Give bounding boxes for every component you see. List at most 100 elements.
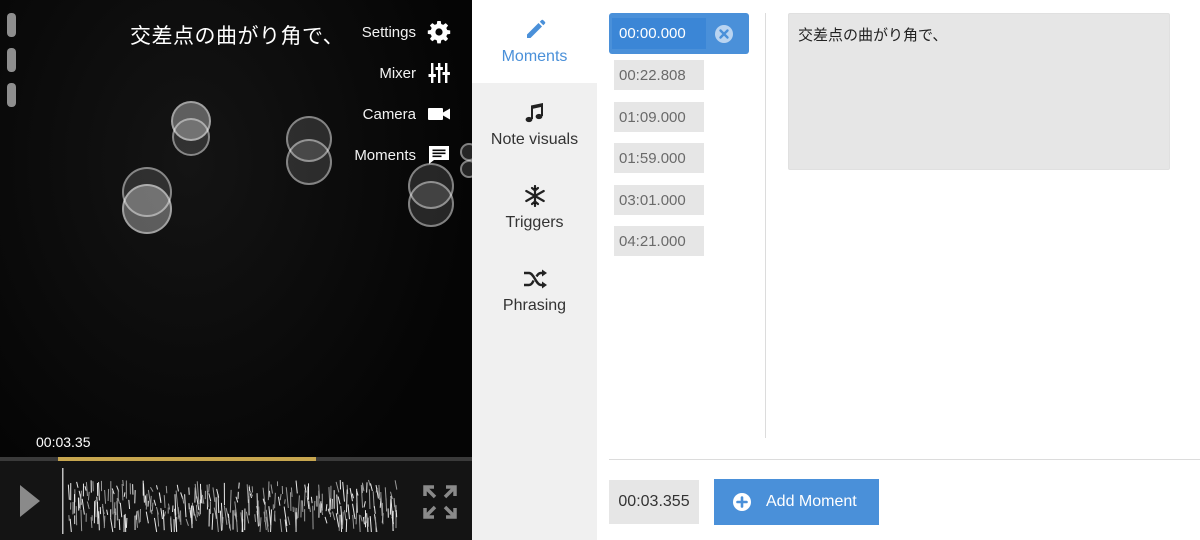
waveform-stroke [106, 509, 109, 515]
waveform-stroke [124, 513, 127, 533]
waveform-stroke [295, 480, 298, 494]
remove-moment-icon[interactable] [714, 24, 734, 44]
waveform-stroke [310, 496, 313, 504]
sliders-icon [426, 60, 452, 86]
waveform-stroke [385, 498, 388, 512]
waveform-stroke [373, 506, 376, 514]
selected-moment-time[interactable]: 00:00.000 [612, 18, 706, 49]
mixer-menu-item[interactable]: Mixer [379, 58, 452, 88]
waveform-stroke [160, 508, 163, 520]
waveform-stroke [176, 484, 179, 492]
waveform-stroke [362, 516, 365, 525]
moment-time-chip[interactable]: 03:01.000 [614, 185, 704, 215]
waveform-stroke [267, 481, 270, 501]
moments-panel: 00:00.000 00:22.808 01:09.000 01:59.000 … [597, 0, 1200, 540]
music-note-icon [523, 101, 547, 125]
waveform-stroke [290, 487, 293, 497]
waveform-stroke [156, 485, 159, 490]
note-bubble [286, 139, 332, 185]
moments-menu-item[interactable]: Moments [354, 140, 452, 170]
waveform-stroke [297, 495, 300, 518]
waveform-stroke [67, 484, 70, 500]
tab-label: Triggers [505, 213, 564, 231]
waveform-stroke [69, 518, 72, 533]
selected-moment[interactable]: 00:00.000 [609, 13, 749, 54]
moment-time-chip[interactable]: 00:22.808 [614, 60, 704, 90]
add-moment-button[interactable]: Add Moment [714, 479, 879, 525]
waveform-stroke [192, 505, 195, 516]
drag-handle[interactable] [7, 83, 16, 107]
comment-icon [426, 142, 452, 168]
waveform-stroke [219, 510, 223, 531]
waveform-stroke [337, 496, 341, 505]
visualizer-canvas[interactable]: 交差点の曲がり角で、 Settings Mixer Camera Moments [0, 0, 472, 540]
waveform-stroke [279, 493, 282, 501]
tab-label: Note visuals [490, 130, 579, 148]
waveform-stroke [279, 518, 283, 533]
waveform-stroke [197, 511, 200, 517]
waveform-stroke [274, 492, 276, 509]
waveform-stroke [142, 483, 145, 503]
video-camera-icon [426, 101, 452, 127]
tab-moments[interactable]: Moments [472, 0, 597, 83]
drag-handle[interactable] [7, 48, 16, 72]
pencil-icon [523, 18, 547, 42]
settings-menu-item[interactable]: Settings [362, 17, 452, 47]
waveform-stroke [119, 502, 123, 518]
waveform-stroke [118, 519, 121, 531]
waveform-stroke [248, 486, 251, 492]
waveform-stroke [194, 514, 197, 522]
waveform-stroke [162, 509, 165, 531]
add-moment-label: Add Moment [766, 493, 857, 510]
waveform-stroke [329, 498, 332, 511]
moment-time-chip[interactable]: 01:59.000 [614, 143, 704, 173]
waveform-stroke [378, 484, 381, 501]
moment-time-chip[interactable]: 01:09.000 [614, 102, 704, 132]
waveform-stroke [277, 496, 281, 506]
waveform-stroke [352, 503, 355, 515]
waveform-stroke [381, 502, 384, 525]
divider [609, 459, 1200, 460]
camera-menu-item[interactable]: Camera [363, 99, 452, 129]
tab-triggers[interactable]: Triggers [472, 166, 597, 249]
waveform-stroke [352, 514, 355, 529]
waveform-stroke [287, 516, 291, 526]
waveform-stroke [324, 516, 328, 524]
waveform[interactable] [62, 468, 402, 534]
waveform-stroke [245, 511, 250, 524]
moment-lyric-textarea[interactable]: 交差点の曲がり角で、 [788, 13, 1170, 170]
waveform-stroke [87, 491, 90, 501]
tab-note-visuals[interactable]: Note visuals [472, 83, 597, 166]
waveform-stroke [335, 481, 340, 493]
tab-column: Moments Note visuals Triggers Phrasing [472, 0, 597, 540]
moment-time-chip[interactable]: 04:21.000 [614, 226, 704, 256]
waveform-stroke [153, 517, 158, 533]
waveform-stroke [208, 484, 210, 493]
waveform-stroke [341, 511, 344, 529]
tab-label: Phrasing [502, 296, 567, 314]
waveform-stroke [81, 498, 85, 515]
fullscreen-button[interactable] [422, 484, 458, 520]
waveform-stroke [241, 510, 244, 533]
waveform-stroke [123, 492, 126, 497]
waveform-stroke [344, 510, 347, 521]
waveform-stroke [110, 517, 114, 533]
waveform-stroke [185, 518, 189, 526]
expand-icon [423, 485, 457, 519]
waveform-stroke [175, 490, 179, 515]
waveform-stroke [332, 511, 336, 521]
waveform-stroke [195, 504, 198, 518]
waveform-stroke [256, 493, 259, 517]
waveform-stroke [98, 511, 100, 531]
shuffle-icon [523, 267, 547, 291]
waveform-stroke [103, 515, 106, 529]
waveform-stroke [285, 487, 289, 508]
drag-handle[interactable] [7, 13, 16, 37]
waveform-stroke [208, 493, 212, 502]
waveform-stroke [76, 481, 79, 488]
tab-phrasing[interactable]: Phrasing [472, 249, 597, 332]
waveform-stroke [84, 486, 87, 491]
waveform-stroke [80, 509, 83, 532]
play-button[interactable] [18, 483, 42, 519]
plus-circle-icon [733, 493, 751, 511]
